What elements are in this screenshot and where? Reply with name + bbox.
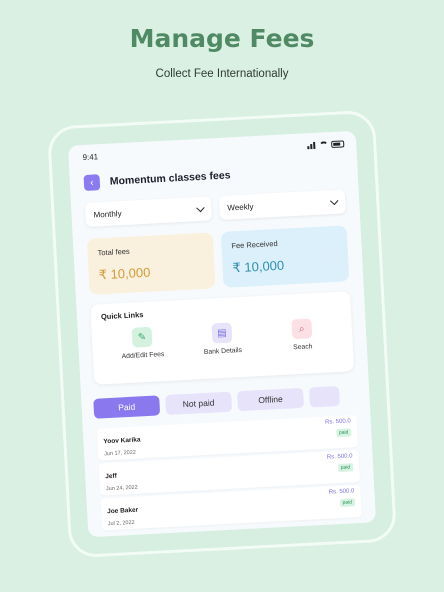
pencil-icon: ✎ (131, 326, 153, 348)
fee-received-card: Fee Received ₹ 10,000 (220, 225, 350, 288)
payment-amount: Rs. 500.0 (324, 418, 351, 426)
quick-links-panel: Quick Links ✎ Add/Edit Fees ▤ Bank Detai… (90, 291, 355, 385)
tab-not-paid[interactable]: Not paid (165, 391, 233, 416)
tab-overflow[interactable] (308, 385, 340, 408)
status-icons (307, 140, 345, 150)
status-badge: paid (335, 428, 352, 438)
battery-icon (331, 140, 345, 149)
status-badge: paid (337, 463, 354, 473)
quick-link-add-edit-fees[interactable]: ✎ Add/Edit Fees (107, 325, 179, 361)
frequency-dropdown-value: Weekly (227, 201, 254, 213)
payer-name: Jeff (105, 472, 118, 481)
frequency-dropdown[interactable]: Weekly (218, 189, 346, 220)
payer-name: Yoov Karika (103, 436, 141, 446)
wifi-icon (319, 141, 329, 149)
search-icon: ⌕ (291, 318, 313, 340)
promo-subline: Collect Fee Internationally (155, 68, 289, 80)
payment-date: Jul 2, 2022 (107, 519, 135, 528)
quick-link-bank-details[interactable]: ▤ Bank Details (186, 321, 258, 357)
chevron-left-icon: ‹ (89, 177, 94, 189)
status-tabs: Paid Not paid Offline (93, 385, 340, 419)
summary-cards: Total fees ₹ 10,000 Fee Received ₹ 10,00… (86, 225, 350, 295)
app-screen: 9:41 ‹ Momentum classes fees Monthly Wee… (67, 130, 377, 538)
period-dropdown[interactable]: Monthly (84, 196, 213, 227)
tab-paid[interactable]: Paid (93, 395, 161, 419)
page-title: Momentum classes fees (109, 169, 231, 188)
payment-list: Yoov Karika Jun 17, 2022 Rs. 500.0 paid … (96, 415, 362, 533)
signal-icon (307, 141, 316, 150)
status-time: 9:41 (82, 152, 99, 163)
tab-offline[interactable]: Offline (237, 387, 304, 412)
tablet-device: 9:41 ‹ Momentum classes fees Monthly Wee… (46, 109, 398, 559)
quick-link-label: Add/Edit Fees (121, 351, 165, 361)
total-fees-label: Total fees (97, 246, 130, 258)
fee-received-value: ₹ 10,000 (232, 257, 285, 276)
filter-row: Monthly Weekly (84, 189, 346, 227)
total-fees-card: Total fees ₹ 10,000 (86, 232, 216, 295)
period-dropdown-value: Monthly (93, 208, 122, 220)
chevron-down-icon (329, 196, 339, 205)
payment-amount: Rs. 500.0 (326, 453, 353, 461)
promo-headline: Manage Fees (129, 24, 315, 53)
document-icon: ▤ (211, 322, 233, 344)
payment-date: Jun 17, 2022 (103, 449, 137, 458)
payment-amount: Rs. 500.0 (328, 488, 355, 496)
quick-link-search[interactable]: ⌕ Seach (266, 317, 338, 353)
payment-date: Jun 24, 2022 (105, 484, 138, 493)
payer-name: Joe Baker (106, 506, 139, 516)
chevron-down-icon (196, 203, 205, 212)
back-button[interactable]: ‹ (83, 174, 101, 192)
quick-link-label: Seach (292, 343, 313, 352)
quick-link-label: Bank Details (203, 346, 243, 356)
total-fees-value: ₹ 10,000 (98, 264, 151, 283)
top-bar: ‹ Momentum classes fees (83, 159, 344, 193)
status-badge: paid (339, 498, 356, 508)
fee-received-label: Fee Received (231, 238, 278, 251)
